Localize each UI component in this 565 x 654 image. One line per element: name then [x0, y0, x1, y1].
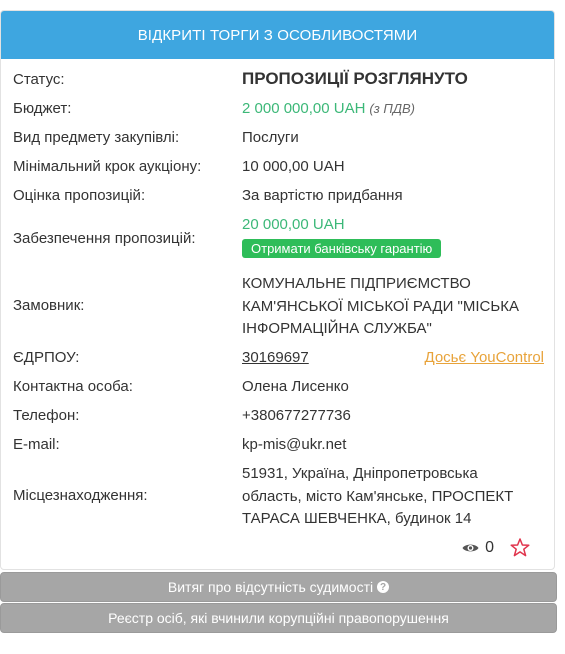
- contact-value: Олена Лисенко: [242, 378, 349, 395]
- edrpou-value[interactable]: 30169697: [242, 349, 309, 366]
- question-icon: ?: [377, 581, 390, 593]
- eye-icon: [462, 542, 479, 554]
- subject-type-value: Послуги: [242, 129, 299, 146]
- location-line-3: ТАРАСА ШЕВЧЕНКА, будинок 14: [242, 510, 472, 527]
- budget-vat-note: (з ПДВ): [369, 101, 415, 116]
- card-meta: 0: [462, 538, 530, 557]
- bank-guarantee-button[interactable]: Отримати банківську гарантію: [242, 239, 442, 258]
- customer-value: КОМУНАЛЬНЕ ПІДПРИЄМСТВО КАМ'ЯНСЬКОЇ МІСЬ…: [242, 273, 519, 341]
- views-count: 0: [485, 538, 494, 556]
- tender-info-card: ВІДКРИТІ ТОРГИ З ОСОБЛИВОСТЯМИ Статус: П…: [0, 10, 555, 570]
- youcontrol-link[interactable]: Досьє YouControl: [425, 349, 544, 366]
- card-title: ВІДКРИТІ ТОРГИ З ОСОБЛИВОСТЯМИ: [137, 26, 418, 44]
- budget-value: 2 000 000,00 UAH: [242, 100, 366, 117]
- security-value: 20 000,00 UAH: [242, 216, 345, 233]
- criminal-record-button[interactable]: Витяг про відсутність судимості ?: [0, 572, 557, 602]
- evaluation-label: Оцінка пропозицій:: [13, 187, 146, 204]
- location-line-1: 51931, Україна, Дніпропетровська: [242, 465, 478, 482]
- email-value: kp-mis@ukr.net: [242, 436, 347, 453]
- location-line-2: область, місто Кам'янське, ПРОСПЕКТ: [242, 487, 514, 505]
- budget-value-group: 2 000 000,00 UAH (з ПДВ): [242, 100, 415, 117]
- location-label: Місцезнаходження:: [13, 487, 148, 504]
- contact-label: Контактна особа:: [13, 378, 133, 395]
- status-label: Статус:: [13, 71, 65, 88]
- evaluation-value: За вартістю придбання: [242, 187, 403, 204]
- email-label: E-mail:: [13, 436, 60, 453]
- row-customer: Замовник: КОМУНАЛЬНЕ ПІДПРИЄМСТВО КАМ'ЯН…: [13, 273, 546, 343]
- star-icon[interactable]: [510, 538, 530, 557]
- row-security: Забезпечення пропозицій: 20 000,00 UAH О…: [13, 216, 546, 266]
- customer-line-3: ІНФОРМАЦІЙНА СЛУЖБА": [242, 320, 432, 337]
- customer-line-1: КОМУНАЛЬНЕ ПІДПРИЄМСТВО: [242, 275, 471, 292]
- status-value: ПРОПОЗИЦІЇ РОЗГЛЯНУТО: [242, 69, 468, 88]
- corruption-registry-button[interactable]: Реєстр осіб, які вчинили корупційні прав…: [0, 603, 557, 633]
- subject-type-label: Вид предмету закупівлі:: [13, 129, 180, 146]
- phone-label: Телефон:: [13, 407, 80, 424]
- card-header: ВІДКРИТІ ТОРГИ З ОСОБЛИВОСТЯМИ: [1, 11, 554, 59]
- bank-guarantee-wrap: Отримати банківську гарантію: [242, 239, 442, 258]
- min-step-label: Мінімальний крок аукціону:: [13, 158, 202, 175]
- min-step-value: 10 000,00 UAH: [242, 158, 345, 175]
- phone-value: +380677277736: [242, 407, 351, 424]
- customer-label: Замовник:: [13, 297, 85, 314]
- edrpou-label: ЄДРПОУ:: [13, 349, 80, 366]
- budget-label: Бюджет:: [13, 100, 72, 117]
- customer-line-2: КАМ'ЯНСЬКОЇ МІСЬКОЇ РАДИ "МІСЬКА: [242, 297, 519, 315]
- row-location: Місцезнаходження: 51931, Україна, Дніпро…: [13, 463, 546, 533]
- security-label: Забезпечення пропозицій:: [13, 230, 196, 247]
- location-value: 51931, Україна, Дніпропетровська область…: [242, 463, 513, 531]
- criminal-record-label: Витяг про відсутність судимості: [167, 579, 374, 595]
- corruption-registry-label: Реєстр осіб, які вчинили корупційні прав…: [108, 610, 449, 626]
